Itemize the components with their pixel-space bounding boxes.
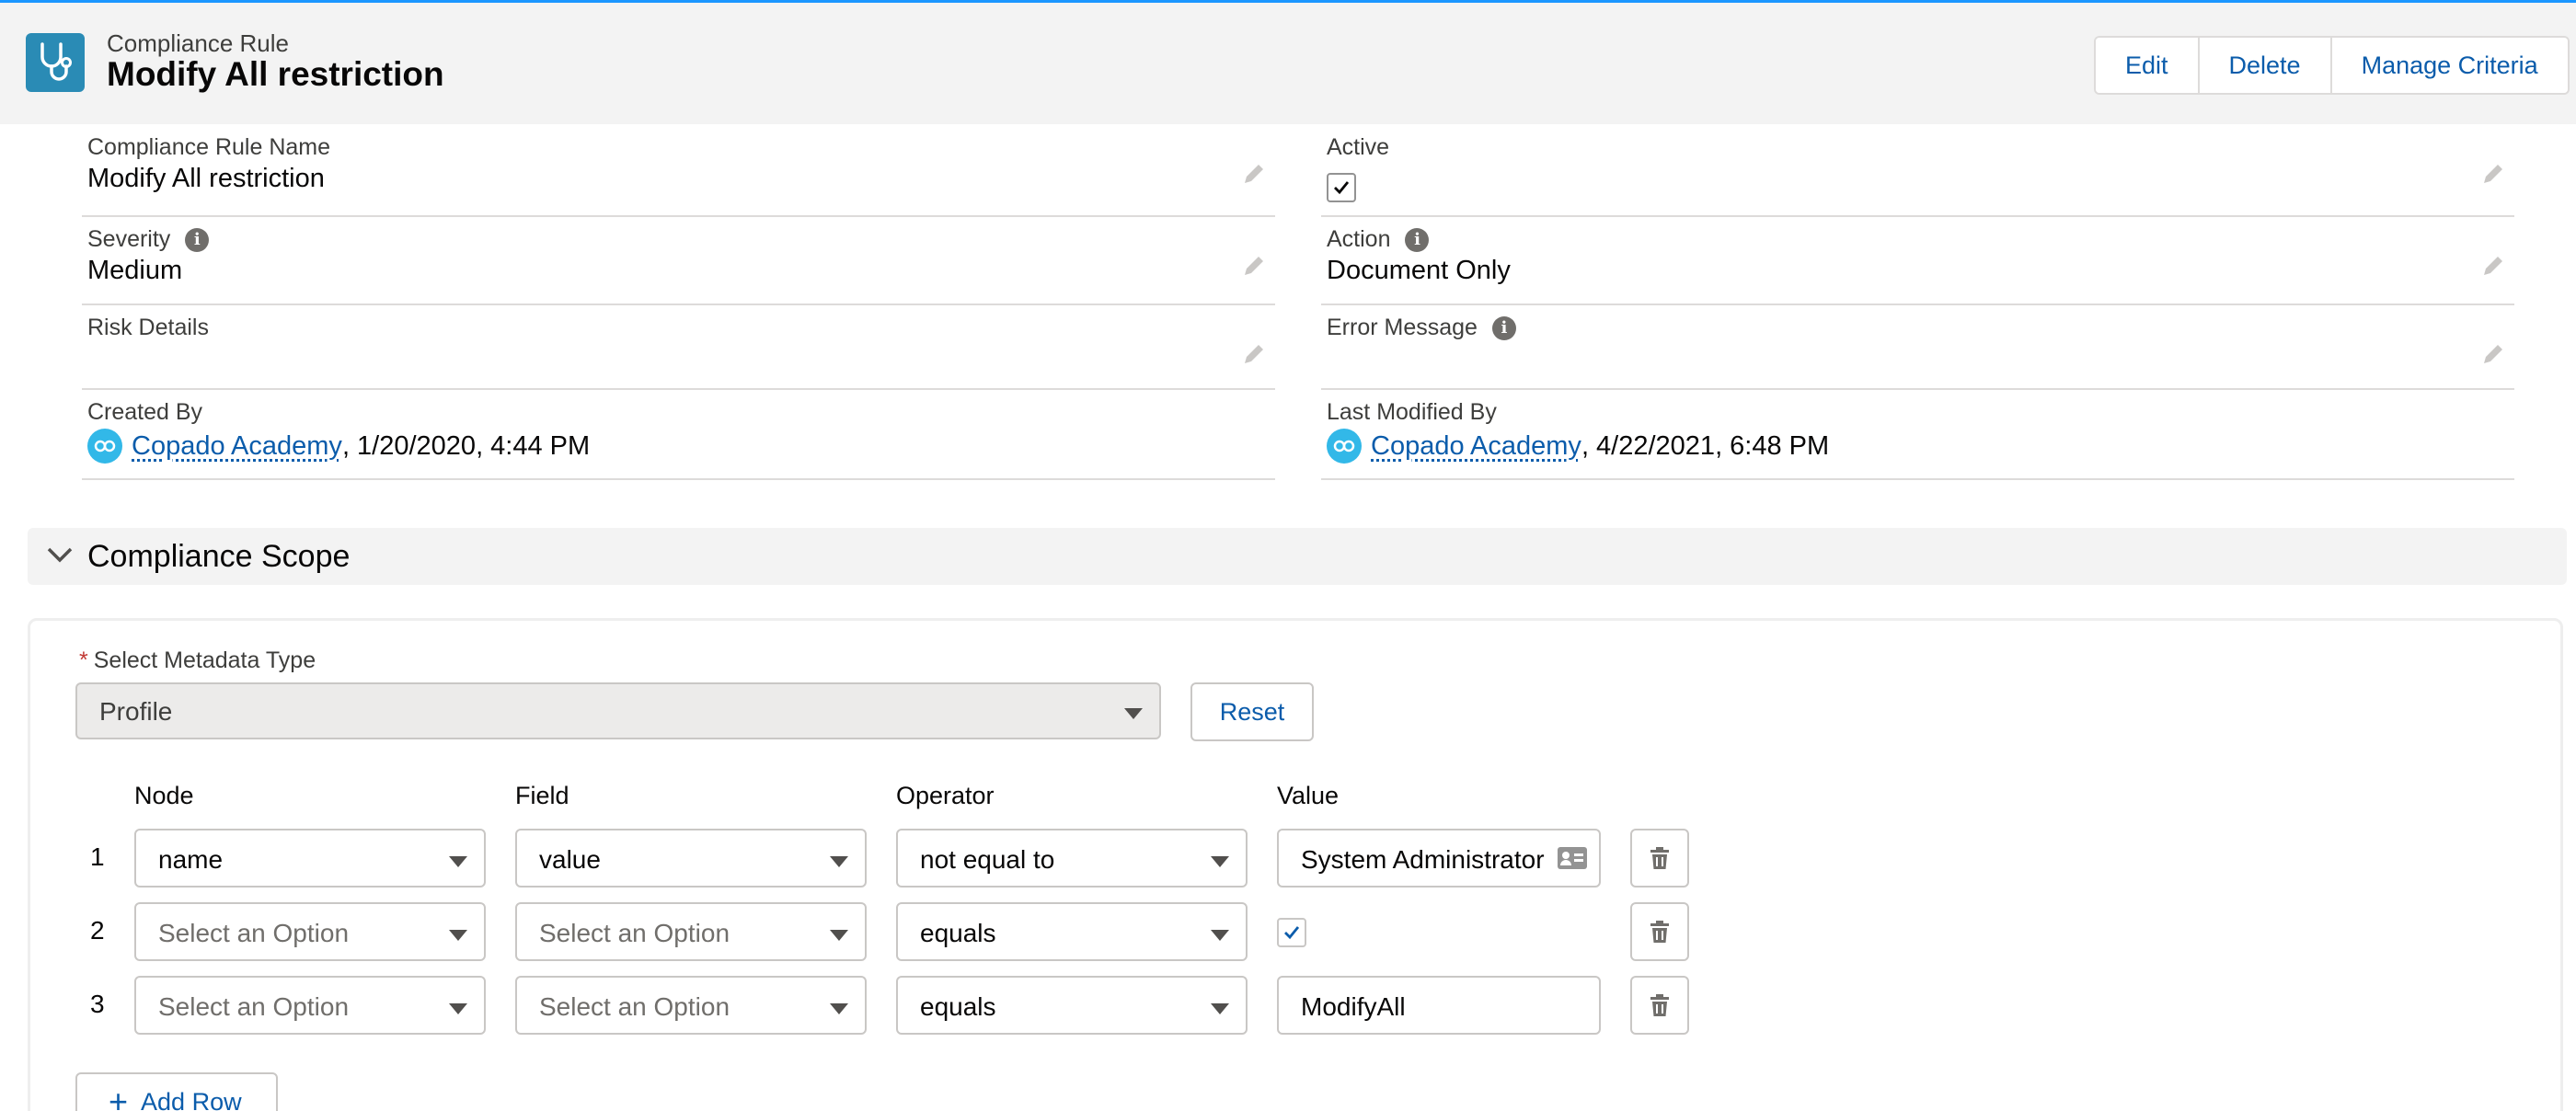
add-row-label: Add Row bbox=[141, 1087, 242, 1111]
header-actions: Edit Delete Manage Criteria bbox=[2094, 36, 2570, 95]
field-last-modified-by: Last Modified By Copado Academy , 4/22/2… bbox=[1321, 390, 2514, 480]
field-action: Action i Document Only bbox=[1321, 217, 2514, 305]
last-modified-user-link[interactable]: Copado Academy bbox=[1371, 431, 1581, 462]
caret-down-icon bbox=[449, 930, 467, 941]
value-lookup-input[interactable]: System Administrator bbox=[1277, 829, 1601, 888]
avatar[interactable] bbox=[1327, 429, 1362, 464]
delete-row-button[interactable] bbox=[1630, 902, 1689, 961]
avatar[interactable] bbox=[87, 429, 122, 464]
reset-button[interactable]: Reset bbox=[1190, 682, 1314, 741]
compliance-scope-section-header[interactable]: Compliance Scope bbox=[28, 528, 2567, 585]
chevron-down-icon bbox=[47, 547, 73, 563]
info-icon[interactable]: i bbox=[1491, 315, 1516, 340]
node-select[interactable]: Select an Option bbox=[134, 902, 486, 961]
pencil-icon[interactable] bbox=[1242, 254, 1266, 278]
caret-down-icon bbox=[449, 856, 467, 867]
edit-button[interactable]: Edit bbox=[2096, 38, 2200, 93]
pencil-icon[interactable] bbox=[2481, 162, 2505, 186]
caret-down-icon bbox=[1124, 708, 1143, 719]
field-label: Active bbox=[1327, 134, 1390, 160]
field-label: Action bbox=[1327, 226, 1391, 252]
caret-down-icon bbox=[830, 1003, 848, 1014]
pencil-icon[interactable] bbox=[2481, 342, 2505, 366]
column-header-value: Value bbox=[1277, 782, 1340, 809]
column-header-node: Node bbox=[134, 782, 194, 809]
pencil-icon[interactable] bbox=[1242, 162, 1266, 186]
metadata-type-value: Profile bbox=[99, 697, 173, 726]
node-select[interactable]: name bbox=[134, 829, 486, 888]
object-type-label: Compliance Rule bbox=[107, 29, 289, 57]
info-icon[interactable]: i bbox=[1405, 227, 1430, 252]
created-date: , 1/20/2020, 4:44 PM bbox=[341, 430, 591, 461]
add-row-button[interactable]: + Add Row bbox=[75, 1072, 278, 1111]
field-select[interactable]: Select an Option bbox=[515, 902, 867, 961]
trash-icon bbox=[1650, 847, 1669, 869]
field-select[interactable]: value bbox=[515, 829, 867, 888]
last-modified-date: , 4/22/2021, 6:48 PM bbox=[1581, 430, 1830, 461]
row-number: 2 bbox=[90, 916, 105, 945]
delete-row-button[interactable] bbox=[1630, 829, 1689, 888]
record-header: Compliance Rule Modify All restriction E… bbox=[0, 3, 2576, 124]
operator-select[interactable]: equals bbox=[896, 902, 1248, 961]
contact-card-icon[interactable] bbox=[1557, 845, 1588, 871]
caret-down-icon bbox=[1211, 1003, 1229, 1014]
trash-icon bbox=[1650, 994, 1669, 1016]
active-checkbox bbox=[1327, 173, 1356, 202]
operator-select[interactable]: equals bbox=[896, 976, 1248, 1035]
field-rule-name: Compliance Rule Name Modify All restrict… bbox=[82, 125, 1275, 217]
caret-down-icon bbox=[830, 856, 848, 867]
section-title: Compliance Scope bbox=[87, 539, 351, 574]
row-number: 1 bbox=[90, 842, 105, 871]
field-active: Active bbox=[1321, 125, 2514, 217]
caret-down-icon bbox=[830, 930, 848, 941]
field-select[interactable]: Select an Option bbox=[515, 976, 867, 1035]
checkmark-icon bbox=[1284, 926, 1300, 940]
field-label: Error Message bbox=[1327, 315, 1478, 340]
delete-row-button[interactable] bbox=[1630, 976, 1689, 1035]
field-value: Medium bbox=[87, 256, 183, 285]
field-label: Compliance Rule Name bbox=[87, 134, 331, 160]
required-indicator: * bbox=[79, 647, 88, 673]
field-value: Document Only bbox=[1327, 256, 1511, 285]
field-label: Severity bbox=[87, 226, 171, 252]
value-checkbox[interactable] bbox=[1277, 918, 1306, 947]
node-select[interactable]: Select an Option bbox=[134, 976, 486, 1035]
field-label: Last Modified By bbox=[1327, 399, 1497, 425]
field-risk-details: Risk Details bbox=[82, 305, 1275, 390]
delete-button[interactable]: Delete bbox=[2199, 38, 2332, 93]
plus-icon: + bbox=[109, 1082, 129, 1111]
stethoscope-icon bbox=[26, 33, 85, 92]
info-icon[interactable]: i bbox=[185, 227, 210, 252]
column-header-field: Field bbox=[515, 782, 569, 809]
row-number: 3 bbox=[90, 990, 105, 1018]
caret-down-icon bbox=[449, 1003, 467, 1014]
field-created-by: Created By Copado Academy , 1/20/2020, 4… bbox=[82, 390, 1275, 480]
metadata-type-select[interactable]: Profile bbox=[75, 682, 1161, 739]
field-error-message: Error Message i bbox=[1321, 305, 2514, 390]
pencil-icon[interactable] bbox=[2481, 254, 2505, 278]
caret-down-icon bbox=[1211, 930, 1229, 941]
field-severity: Severity i Medium bbox=[82, 217, 1275, 305]
trash-icon bbox=[1650, 921, 1669, 943]
value-input[interactable]: ModifyAll bbox=[1277, 976, 1601, 1035]
field-label: Created By bbox=[87, 399, 203, 425]
caret-down-icon bbox=[1211, 856, 1229, 867]
field-label: Risk Details bbox=[87, 315, 209, 340]
created-by-user-link[interactable]: Copado Academy bbox=[132, 431, 342, 462]
column-header-operator: Operator bbox=[896, 782, 995, 809]
pencil-icon[interactable] bbox=[1242, 342, 1266, 366]
page-title: Modify All restriction bbox=[107, 55, 444, 93]
manage-criteria-button[interactable]: Manage Criteria bbox=[2331, 38, 2568, 93]
field-value: Modify All restriction bbox=[87, 164, 325, 193]
metadata-type-label: Select Metadata Type bbox=[93, 647, 316, 673]
operator-select[interactable]: not equal to bbox=[896, 829, 1248, 888]
